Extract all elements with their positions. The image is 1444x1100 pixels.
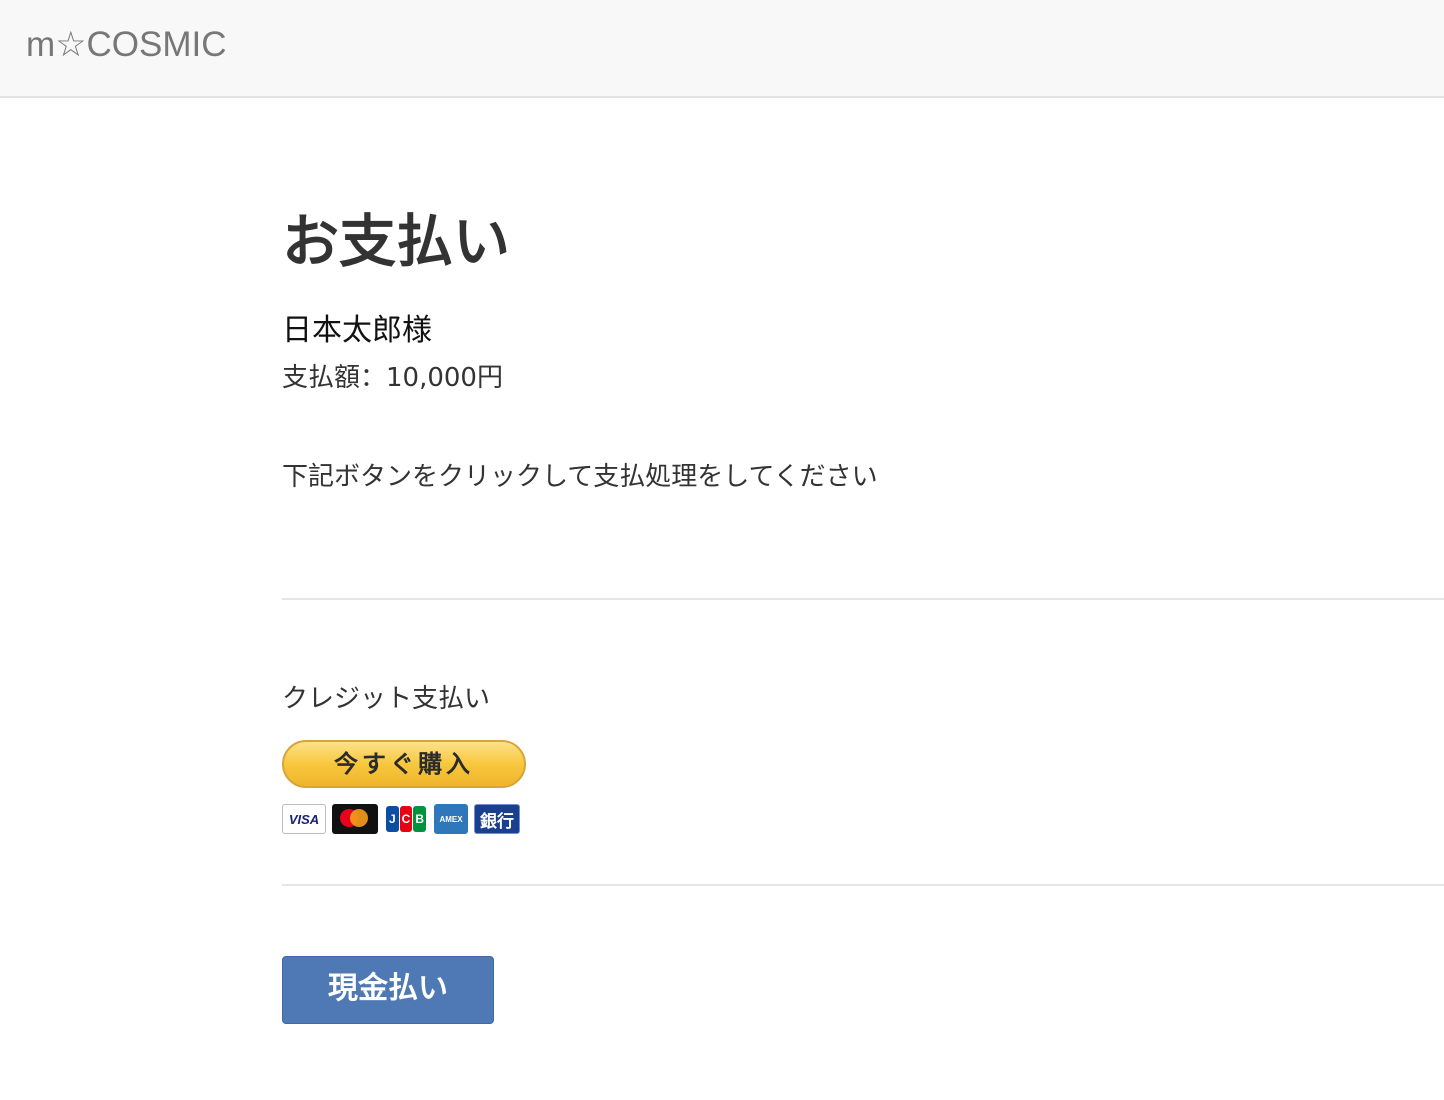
credit-payment-heading: クレジット支払い: [282, 684, 491, 714]
customer-name: 日本太郎様: [282, 313, 432, 348]
divider: [282, 598, 1444, 600]
cash-payment-button[interactable]: 現金払い: [282, 956, 494, 1024]
jcb-logo-icon: JCB: [384, 804, 428, 834]
brand-link[interactable]: m☆COSMIC: [26, 22, 227, 68]
card-logos: VISA JCB AMEX 銀行: [282, 804, 520, 834]
visa-logo-icon: VISA: [282, 804, 326, 834]
navbar: m☆COSMIC: [0, 0, 1444, 98]
mastercard-logo-icon: [332, 804, 378, 834]
bank-logo-icon: 銀行: [474, 804, 520, 834]
buy-now-button[interactable]: 今すぐ購入: [282, 740, 526, 788]
amex-logo-icon: AMEX: [434, 804, 468, 834]
page-title: お支払い: [282, 209, 510, 275]
payment-amount: 支払額：10,000円: [282, 363, 503, 393]
divider: [282, 884, 1444, 886]
instruction-text: 下記ボタンをクリックして支払処理をしてください: [282, 462, 878, 492]
